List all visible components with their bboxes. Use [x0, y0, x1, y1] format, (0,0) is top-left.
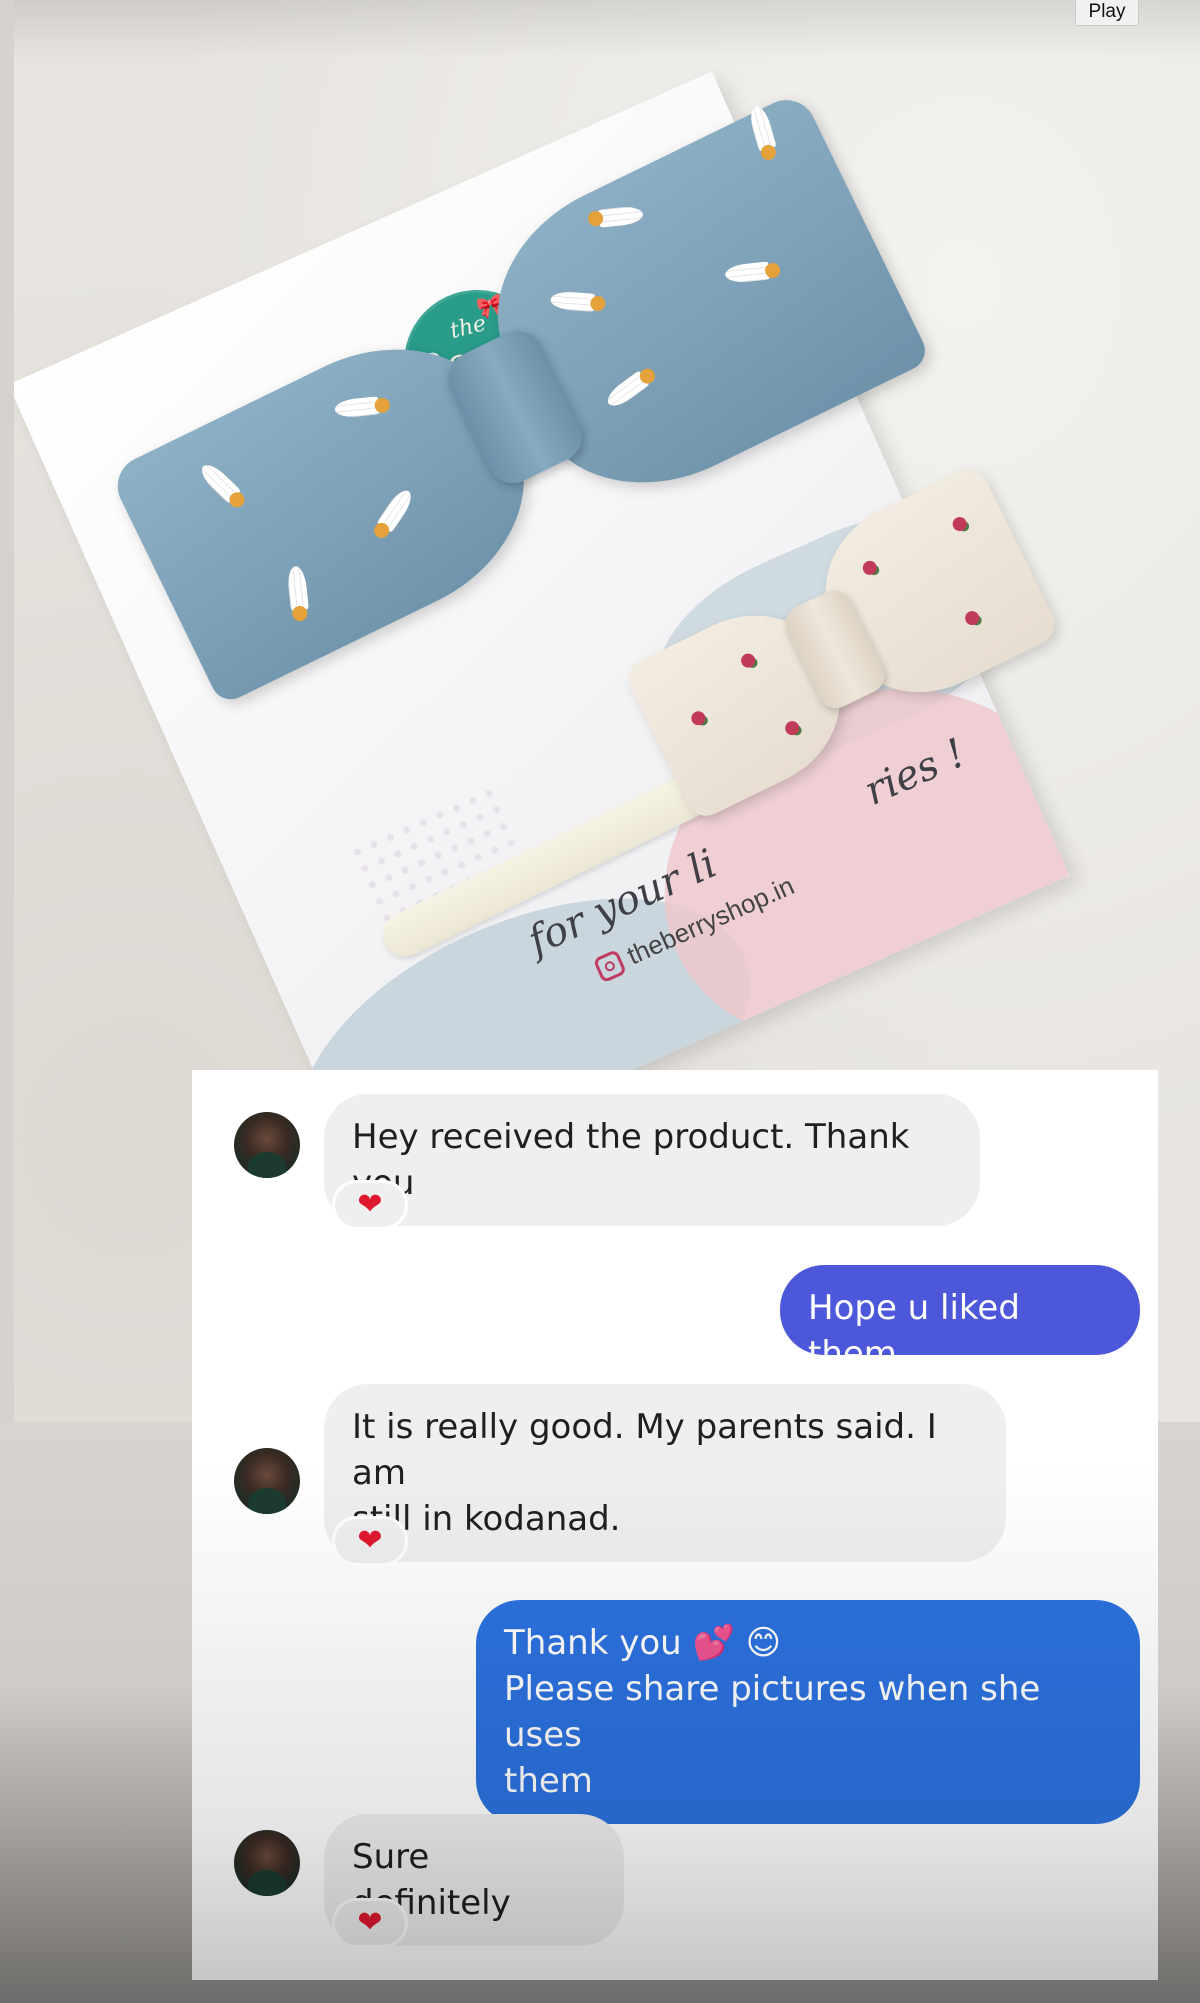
- play-button[interactable]: Play: [1075, 0, 1139, 26]
- incoming-message-bubble[interactable]: Hey received the product. Thank you: [324, 1094, 980, 1226]
- incoming-message-bubble[interactable]: It is really good. My parents said. I am…: [324, 1384, 1006, 1562]
- sender-avatar: [234, 1830, 300, 1896]
- sender-avatar: [234, 1448, 300, 1514]
- heart-reaction-icon[interactable]: ❤: [332, 1516, 408, 1566]
- heart-reaction-icon[interactable]: ❤: [332, 1180, 408, 1230]
- outgoing-message-bubble[interactable]: Thank you 💕 😊 Please share pictures when…: [476, 1600, 1140, 1824]
- chat-screenshot: Hey received the product. Thank you ❤ Ho…: [192, 1070, 1158, 1980]
- heart-reaction-icon[interactable]: ❤: [332, 1898, 408, 1948]
- top-fade: [14, 0, 1200, 60]
- daisy-embroidery: [549, 287, 608, 317]
- sender-avatar: [234, 1112, 300, 1178]
- outgoing-message-bubble[interactable]: Hope u liked them: [780, 1265, 1140, 1374]
